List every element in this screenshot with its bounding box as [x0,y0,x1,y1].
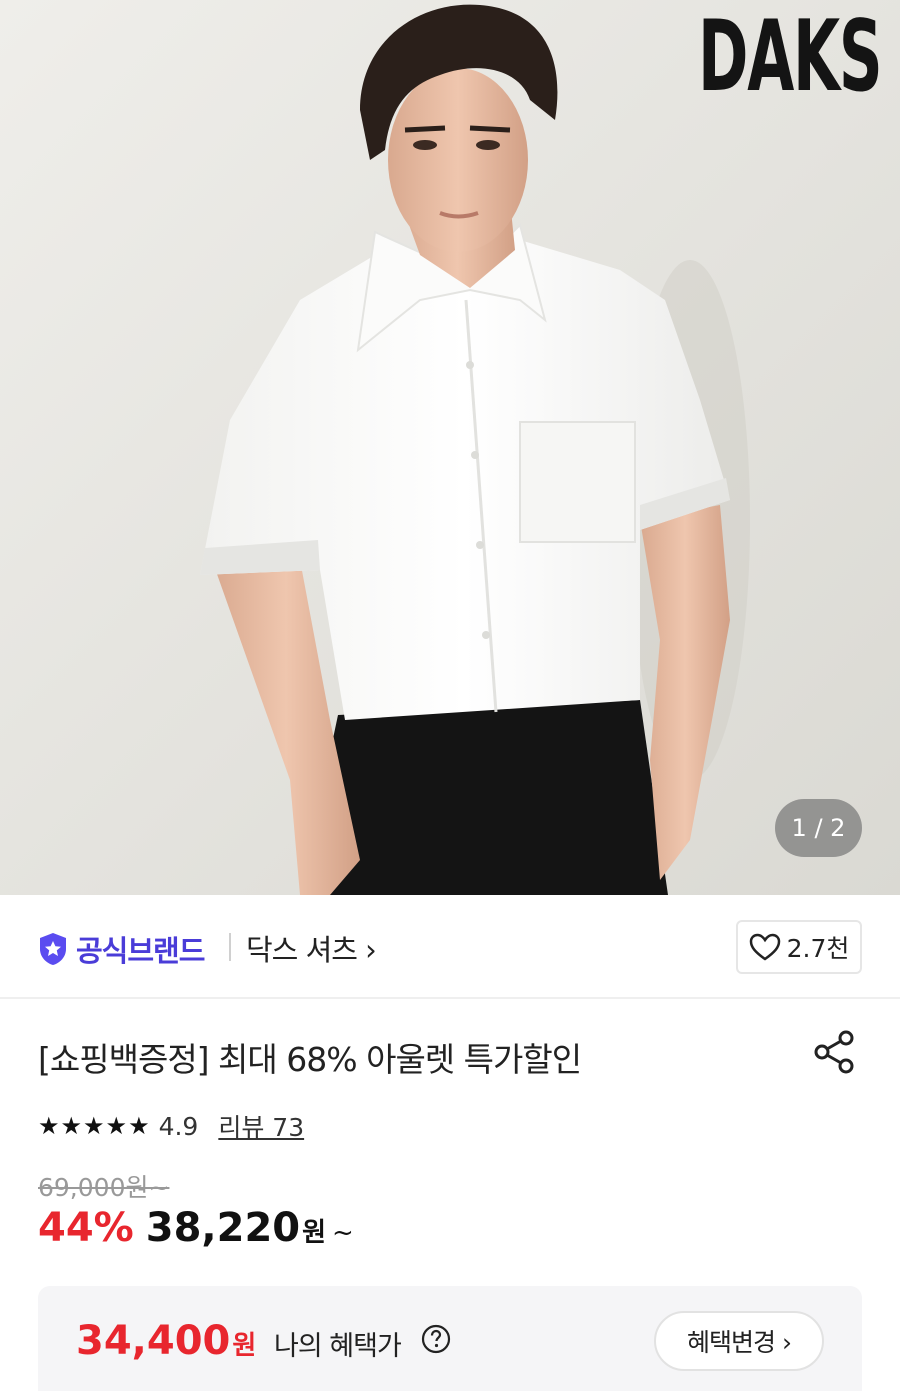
sale-price-currency: 원 [302,1218,327,1248]
brand-row: 공식브랜드 닥스 셔츠 › 2.7천 [0,895,900,999]
official-brand-badge: 공식브랜드 [38,928,205,970]
brand-shop-link[interactable]: 닥스 셔츠 › [246,927,377,969]
official-brand-label: 공식브랜드 [76,934,205,968]
change-benefit-button[interactable]: 혜택변경 › [654,1311,824,1371]
heart-icon [749,933,780,961]
question-circle-icon[interactable] [421,1324,451,1354]
benefit-price-currency: 원 [232,1331,257,1361]
benefit-price-amount: 34,400 [76,1318,231,1364]
brand-logo: DAKS [698,0,883,114]
share-icon[interactable] [812,1030,856,1074]
review-link[interactable]: 리뷰 73 [218,1108,304,1144]
benefit-price: 34,400 원 [76,1318,256,1364]
benefit-box: 34,400 원 나의 혜택가 혜택변경 › [38,1286,862,1391]
model-photo [0,0,900,895]
like-count: 2.7천 [786,934,850,963]
image-pager: 1 / 2 [775,799,862,857]
price-tilde: ~ [332,1218,354,1248]
sale-price-row: 44% 38,220 원 ~ [38,1205,354,1251]
benefit-label: 나의 혜택가 [274,1331,402,1362]
original-price: 69,000원~ [38,1173,170,1202]
rating-score: 4.9 [158,1111,199,1141]
product-image-carousel[interactable]: DAKS 1 / 2 [0,0,900,895]
sale-price: 38,220 [145,1205,301,1251]
like-button[interactable]: 2.7천 [736,920,862,974]
rating-row: ★★★★★ 4.9 리뷰 73 [38,1108,304,1144]
star-rating: ★★★★★ [38,1112,151,1140]
product-title: [쇼핑백증정] 최대 68% 아울렛 특가할인 [38,1040,582,1079]
divider [229,933,231,961]
discount-rate: 44% [38,1205,134,1251]
shield-star-icon [40,933,66,965]
